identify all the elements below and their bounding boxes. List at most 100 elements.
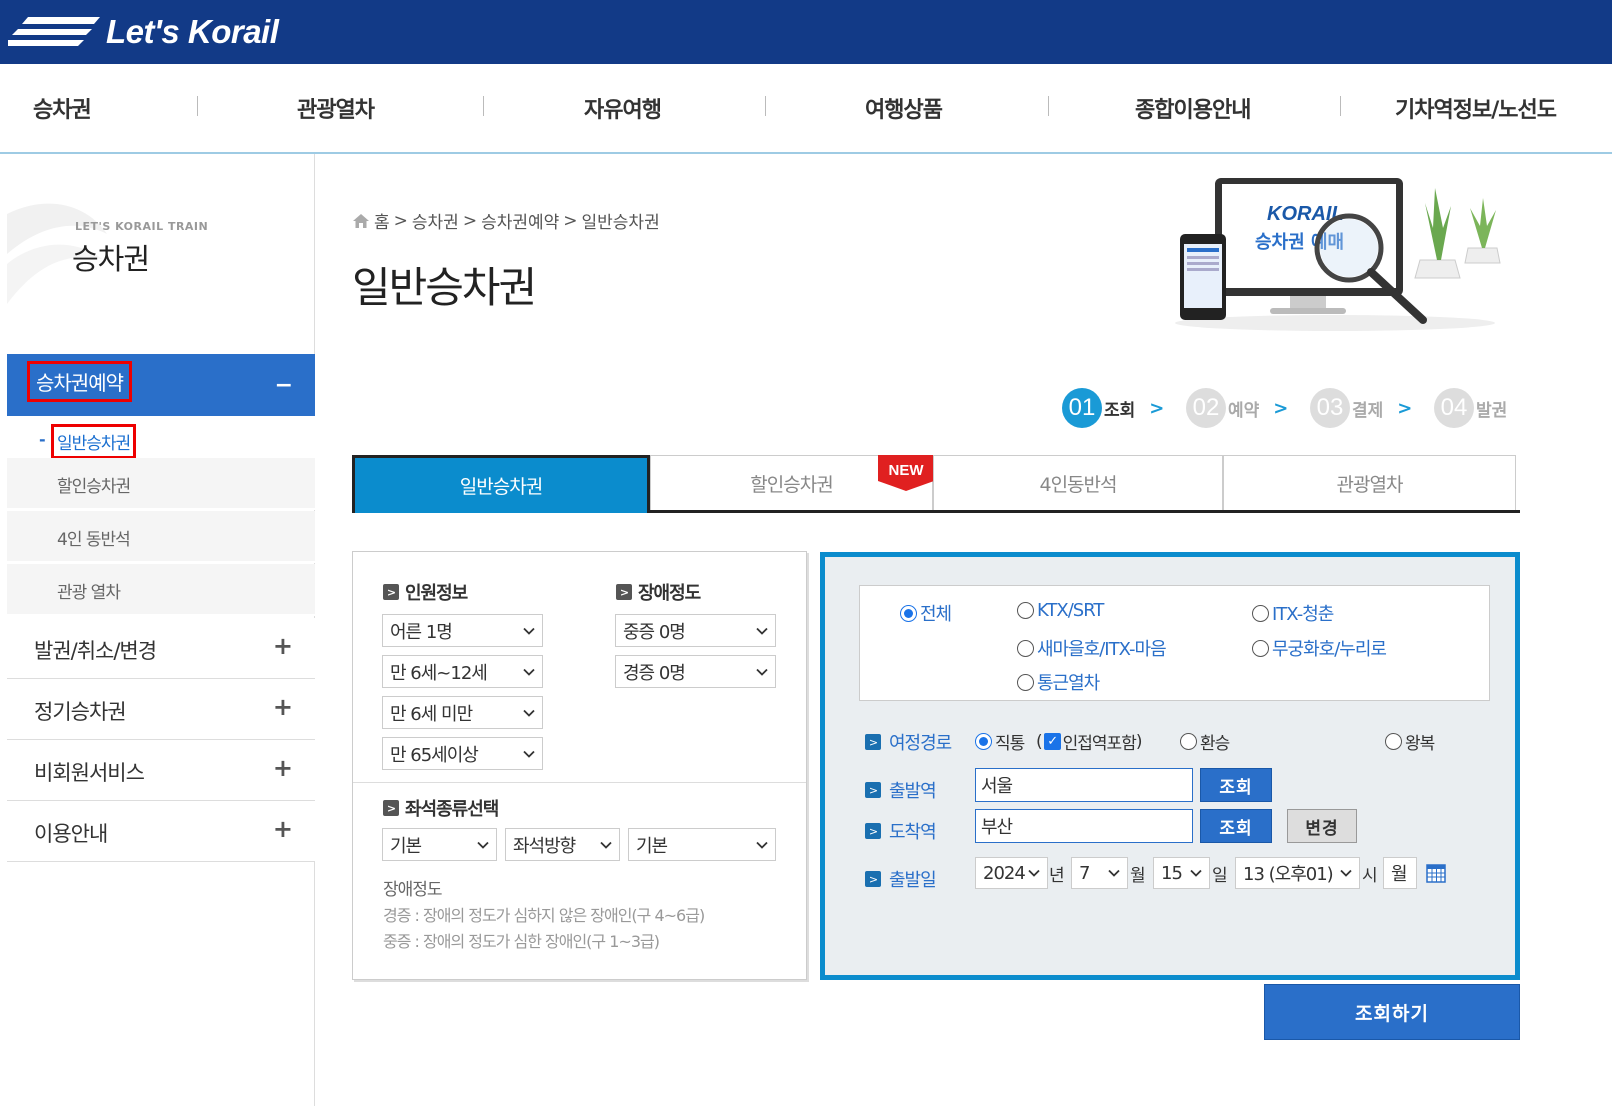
collapse-icon[interactable]: − bbox=[275, 373, 293, 398]
radio-icon bbox=[1252, 639, 1269, 657]
side-nav-header: LET'S KORAIL TRAIN 승차권 bbox=[7, 154, 315, 354]
step-number: 01 bbox=[1062, 388, 1102, 428]
step-number: 03 bbox=[1310, 388, 1350, 428]
seat-section-title: > 좌석종류선택 bbox=[383, 795, 499, 821]
hour-select[interactable]: 13 (오후01) bbox=[1235, 857, 1360, 889]
disability-note-title: 장애정도 bbox=[383, 880, 443, 900]
route-round-trip[interactable]: 왕복 bbox=[1385, 729, 1435, 754]
radio-label: 전체 bbox=[920, 604, 952, 625]
calendar-icon[interactable] bbox=[1426, 863, 1446, 883]
gnb-station-info[interactable]: 기차역정보/노선도 bbox=[1395, 92, 1557, 124]
chevron-right-icon: > bbox=[1149, 397, 1165, 419]
swap-station-button[interactable]: 변경 bbox=[1287, 809, 1357, 843]
side-nav: LET'S KORAIL TRAIN 승차권 승차권예약 − - 일반승차권 할… bbox=[7, 154, 315, 1106]
top-bar: Let's Korail bbox=[0, 0, 1612, 64]
menu-ticket-reservation[interactable]: 승차권예약 − bbox=[7, 354, 315, 416]
arrive-label: > 도착역 bbox=[865, 818, 937, 844]
seat-direction-select[interactable]: 좌석방향 bbox=[505, 828, 620, 861]
select-value: 만 6세 미만 bbox=[390, 703, 473, 725]
chevron-box-icon: > bbox=[865, 871, 881, 887]
radio-icon bbox=[1017, 673, 1034, 691]
search-submit-button[interactable]: 조회하기 bbox=[1264, 984, 1520, 1040]
menu-usage-guide[interactable]: 이용안내 + bbox=[7, 801, 315, 862]
tab-group-seat[interactable]: 4인동반석 bbox=[933, 455, 1223, 510]
train-type-all[interactable]: 전체 bbox=[900, 600, 952, 626]
expand-icon[interactable]: + bbox=[273, 693, 293, 721]
depart-search-button[interactable]: 조회 bbox=[1200, 768, 1272, 802]
gnb-ticket[interactable]: 승차권 bbox=[33, 92, 92, 124]
adult-select[interactable]: 어른 1명 bbox=[382, 614, 543, 647]
disability-note-severe: 중증 : 장애의 정도가 심한 장애인(구 1~3급) bbox=[383, 932, 660, 951]
chevron-right-icon: > bbox=[1397, 397, 1413, 419]
arrive-search-button[interactable]: 조회 bbox=[1200, 809, 1272, 843]
select-value: 경증 0명 bbox=[623, 662, 686, 684]
seat-position-select[interactable]: 기본 bbox=[628, 828, 776, 861]
severe-disability-select[interactable]: 중증 0명 bbox=[615, 614, 776, 647]
submenu-discount-ticket[interactable]: 할인승차권 bbox=[7, 458, 315, 510]
senior-select[interactable]: 만 65세이상 bbox=[382, 737, 543, 770]
expand-icon[interactable]: + bbox=[273, 815, 293, 843]
radio-icon bbox=[1017, 639, 1034, 657]
train-type-ktx[interactable]: KTX/SRT bbox=[1017, 600, 1104, 621]
chevron-right-icon: > bbox=[563, 210, 578, 231]
mild-disability-select[interactable]: 경증 0명 bbox=[615, 655, 776, 688]
ticket-tabs: 일반승차권 할인승차권 NEW 4인동반석 관광열차 bbox=[352, 455, 1520, 513]
day-select[interactable]: 15 bbox=[1153, 857, 1210, 889]
disability-title-label: 장애정도 bbox=[638, 583, 701, 604]
korail-logo[interactable]: Let's Korail bbox=[8, 8, 279, 56]
arrive-station-input[interactable]: 부산 bbox=[975, 809, 1193, 843]
gnb-travel-products[interactable]: 여행상품 bbox=[865, 92, 943, 124]
step-label: 발권 bbox=[1476, 400, 1508, 421]
train-type-mugunghwa[interactable]: 무궁화호/누리로 bbox=[1252, 635, 1387, 661]
year-select[interactable]: 2024 bbox=[975, 857, 1048, 889]
chevron-down-icon bbox=[477, 841, 489, 849]
expand-icon[interactable]: + bbox=[273, 754, 293, 782]
chevron-box-icon: > bbox=[865, 782, 881, 798]
day-unit: 일 bbox=[1212, 866, 1228, 886]
train-type-itx[interactable]: ITX-청춘 bbox=[1252, 600, 1334, 626]
menu-nonmember[interactable]: 비회원서비스 + bbox=[7, 740, 315, 801]
korail-logo-icon bbox=[8, 17, 100, 46]
radio-icon bbox=[1180, 733, 1197, 750]
tab-tour-train[interactable]: 관광열차 bbox=[1223, 455, 1516, 510]
menu-label: 이용안내 bbox=[34, 822, 108, 846]
train-type-commuter[interactable]: 통근열차 bbox=[1017, 669, 1100, 695]
menu-season-ticket[interactable]: 정기승차권 + bbox=[7, 679, 315, 740]
disability-section-title: > 장애정도 bbox=[616, 579, 701, 605]
radio-label: 무궁화호/누리로 bbox=[1272, 639, 1387, 660]
gnb-tour-train[interactable]: 관광열차 bbox=[297, 92, 375, 124]
passenger-panel: > 인원정보 > 장애정도 어른 1명 만 6세~12세 만 6세 미만 만 6… bbox=[352, 551, 807, 980]
new-badge-text: NEW bbox=[889, 462, 925, 479]
expand-icon[interactable]: + bbox=[273, 632, 293, 660]
step-label: 결제 bbox=[1352, 400, 1384, 421]
infant-select[interactable]: 만 6세 미만 bbox=[382, 696, 543, 729]
gnb-guide[interactable]: 종합이용안내 bbox=[1135, 92, 1251, 124]
year-unit: 년 bbox=[1049, 866, 1065, 886]
breadcrumb-item[interactable]: 승차권 bbox=[412, 208, 459, 233]
select-value: 기본 bbox=[390, 835, 422, 857]
breadcrumb-item[interactable]: 승차권예약 bbox=[481, 208, 559, 233]
adjacent-station-checkbox[interactable]: ( ✓ 인접역포함 ) bbox=[1036, 729, 1142, 755]
breadcrumb-home[interactable]: 홈 bbox=[374, 208, 390, 233]
route-transfer[interactable]: 환승 bbox=[1180, 729, 1230, 754]
train-type-box: 전체 KTX/SRT ITX-청춘 새마을호/ITX-마음 무궁화호/누리로 통… bbox=[859, 585, 1490, 701]
menu-issue-cancel[interactable]: 발권/취소/변경 + bbox=[7, 618, 315, 679]
menu-label: 발권/취소/변경 bbox=[34, 639, 157, 663]
route-direct[interactable]: 직통 bbox=[975, 729, 1025, 754]
radio-label: 새마을호/ITX-마음 bbox=[1037, 639, 1167, 660]
chevron-down-icon bbox=[1340, 869, 1352, 877]
chevron-down-icon bbox=[756, 841, 768, 849]
divider bbox=[353, 782, 806, 783]
submenu-group-seat[interactable]: 4인 동반석 bbox=[7, 511, 315, 563]
child-select[interactable]: 만 6세~12세 bbox=[382, 655, 543, 688]
train-type-saemaeul[interactable]: 새마을호/ITX-마음 bbox=[1017, 635, 1167, 661]
tab-general-ticket[interactable]: 일반승차권 bbox=[352, 455, 650, 513]
submenu-tour-train[interactable]: 관광 열차 bbox=[7, 564, 315, 616]
depart-station-input[interactable]: 서울 bbox=[975, 768, 1193, 802]
seat-type-select[interactable]: 기본 bbox=[382, 828, 497, 861]
step-3: 03 결제 > bbox=[1310, 388, 1412, 428]
gnb-free-travel[interactable]: 자유여행 bbox=[584, 92, 662, 124]
month-select[interactable]: 7 bbox=[1071, 857, 1128, 889]
weekday-value: 월 bbox=[1391, 864, 1408, 885]
home-icon[interactable] bbox=[352, 213, 370, 229]
